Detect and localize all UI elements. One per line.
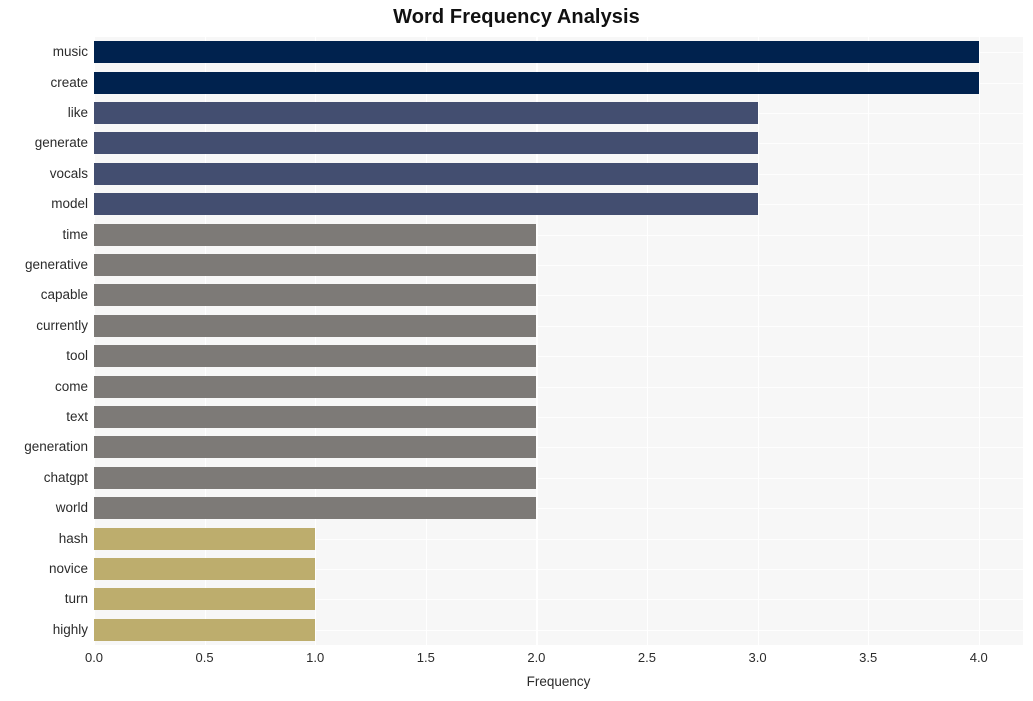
bar-currently [94,315,536,337]
x-tick-label-0.5: 0.5 [195,650,214,665]
bar-novice [94,558,315,580]
bar-tool [94,345,536,367]
x-axis: 0.0 0.5 1.0 1.5 2.0 2.5 3.0 3.5 4.0 [0,650,1033,672]
word-frequency-bar-chart: Word Frequency Analysis music create like g… [0,0,1033,701]
x-axis-title: Frequency [526,674,591,689]
y-tick-label-text: text [66,409,88,424]
bar-like [94,102,758,124]
y-tick-label-time: time [62,227,88,242]
y-tick-label-vocals: vocals [49,166,88,181]
y-tick-label-turn: turn [64,591,88,606]
gridline-vertical [757,37,759,645]
bar-generate [94,132,758,154]
bar-model [94,193,758,215]
x-tick-label-4.0: 4.0 [969,650,988,665]
bar-hash [94,528,315,550]
y-tick-label-like: like [67,105,88,120]
y-tick-label-music: music [52,44,88,59]
bar-text [94,406,536,428]
y-tick-label-generation: generation [24,439,88,454]
y-tick-label-world: world [55,500,88,515]
bar-highly [94,619,315,641]
x-tick-label-3.5: 3.5 [859,650,878,665]
gridline-vertical [425,37,427,645]
y-tick-label-generate: generate [34,135,88,150]
bar-capable [94,284,536,306]
y-tick-label-chatgpt: chatgpt [43,470,88,485]
x-tick-label-1.5: 1.5 [416,650,435,665]
gridline-vertical [978,37,980,645]
bar-come [94,376,536,398]
bar-music [94,41,979,63]
y-tick-label-highly: highly [52,622,88,637]
gridline-vertical [868,37,870,645]
y-tick-label-hash: hash [58,531,88,546]
x-tick-label-0.0: 0.0 [84,650,104,665]
bar-turn [94,588,315,610]
bar-world [94,497,536,519]
gridline-vertical [94,37,96,645]
x-tick-label-3.0: 3.0 [748,650,767,665]
bar-create [94,72,979,94]
y-tick-label-novice: novice [48,561,88,576]
x-tick-label-2.5: 2.5 [637,650,657,665]
y-tick-label-come: come [54,379,88,394]
bar-generative [94,254,536,276]
gridline-vertical [646,37,649,645]
gridline-vertical [536,37,538,645]
y-tick-label-generative: generative [24,257,88,272]
chart-title: Word Frequency Analysis [393,6,640,28]
x-tick-label-2.0: 2.0 [527,650,546,665]
gridline-vertical [315,37,317,645]
y-tick-label-model: model [51,196,88,211]
y-tick-label-capable: capable [40,287,88,302]
y-tick-label-create: create [50,75,88,90]
y-tick-label-tool: tool [66,348,88,363]
plot-area [94,37,1023,645]
y-axis: music create like generate vocals model time ge… [0,37,88,645]
gridline-vertical [204,37,206,645]
bar-generation [94,436,536,458]
bar-chatgpt [94,467,536,489]
bar-time [94,224,536,246]
x-tick-label-1.0: 1.0 [306,650,325,665]
bar-vocals [94,163,758,185]
y-tick-label-currently: currently [36,318,88,333]
